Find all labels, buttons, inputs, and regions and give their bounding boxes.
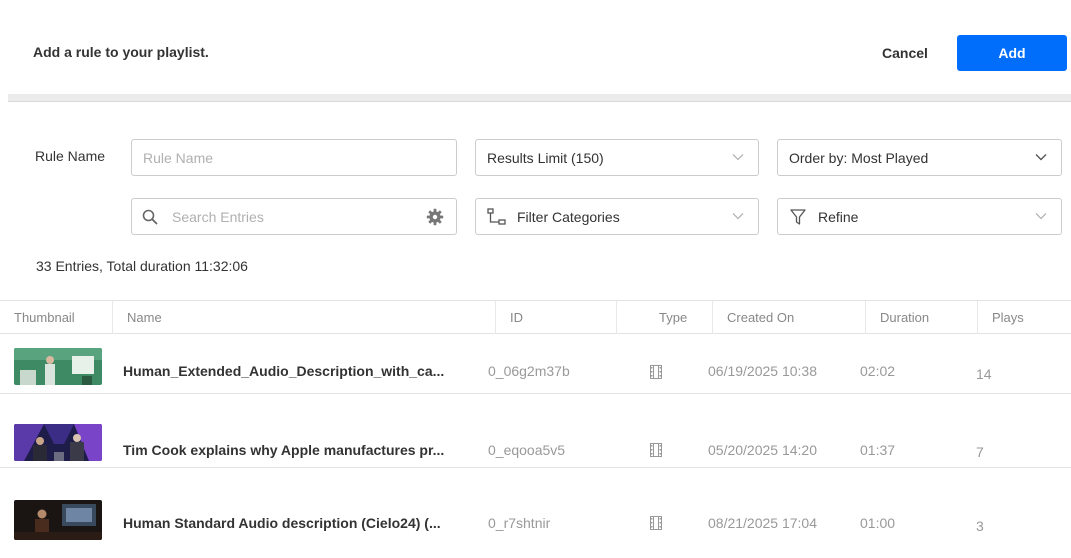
column-created-on[interactable]: Created On bbox=[712, 301, 865, 334]
thumbnail-image bbox=[14, 348, 102, 385]
table-row[interactable]: Human Standard Audio description (Cielo2… bbox=[0, 482, 1071, 558]
header-divider bbox=[8, 94, 1071, 102]
entry-id: 0_eqooa5v5 bbox=[488, 442, 566, 458]
rule-name-label: Rule Name bbox=[35, 148, 106, 164]
search-icon bbox=[142, 209, 158, 225]
thumbnail-image bbox=[14, 424, 102, 461]
chevron-down-icon bbox=[732, 212, 744, 220]
column-id[interactable]: ID bbox=[495, 301, 616, 334]
thumbnail-image bbox=[14, 500, 102, 540]
table-row[interactable]: Human_Extended_Audio_Description_with_ca… bbox=[0, 334, 1071, 394]
video-icon bbox=[650, 365, 662, 379]
refine-select[interactable]: Refine bbox=[777, 198, 1062, 235]
entry-duration: 01:00 bbox=[860, 515, 896, 531]
entry-created-on: 05/20/2025 14:20 bbox=[708, 442, 817, 458]
order-by-value: Order by: Most Played bbox=[789, 149, 929, 166]
entry-id: 0_06g2m37b bbox=[488, 363, 570, 379]
categories-icon bbox=[487, 207, 507, 226]
results-limit-select[interactable]: Results Limit (150) bbox=[475, 139, 759, 176]
entry-name[interactable]: Human Standard Audio description (Cielo2… bbox=[123, 515, 441, 531]
table-header: Thumbnail Name ID Type Created On Durati… bbox=[0, 300, 1071, 334]
column-duration[interactable]: Duration bbox=[865, 301, 977, 334]
gear-icon[interactable] bbox=[426, 208, 444, 226]
column-name[interactable]: Name bbox=[112, 301, 495, 334]
entry-name[interactable]: Human_Extended_Audio_Description_with_ca… bbox=[123, 363, 444, 379]
entry-created-on: 08/21/2025 17:04 bbox=[708, 515, 817, 531]
video-icon bbox=[650, 443, 662, 457]
cancel-button[interactable]: Cancel bbox=[868, 36, 942, 70]
entry-id: 0_r7shtnir bbox=[488, 515, 551, 531]
table-row[interactable]: Tim Cook explains why Apple manufactures… bbox=[0, 408, 1071, 468]
dialog-title: Add a rule to your playlist. bbox=[33, 44, 209, 60]
entry-name[interactable]: Tim Cook explains why Apple manufactures… bbox=[123, 442, 444, 458]
entry-plays: 7 bbox=[976, 444, 984, 460]
search-input[interactable] bbox=[158, 208, 426, 225]
chevron-down-icon bbox=[732, 153, 744, 161]
entry-duration: 01:37 bbox=[860, 442, 896, 458]
search-entries-field[interactable] bbox=[131, 198, 457, 235]
order-by-select[interactable]: Order by: Most Played bbox=[777, 139, 1062, 176]
entry-duration: 02:02 bbox=[860, 363, 896, 379]
column-plays[interactable]: Plays bbox=[977, 301, 1071, 334]
filter-categories-select[interactable]: Filter Categories bbox=[475, 198, 759, 235]
chevron-down-icon bbox=[1035, 153, 1047, 161]
filter-categories-label: Filter Categories bbox=[517, 208, 620, 225]
results-limit-value: Results Limit (150) bbox=[487, 149, 604, 166]
refine-label: Refine bbox=[818, 208, 859, 225]
entries-summary: 33 Entries, Total duration 11:32:06 bbox=[36, 258, 248, 274]
add-button[interactable]: Add bbox=[957, 35, 1067, 71]
entry-plays: 3 bbox=[976, 518, 984, 534]
rule-name-field[interactable] bbox=[131, 139, 457, 176]
entry-plays: 14 bbox=[976, 366, 992, 382]
rule-name-input[interactable] bbox=[132, 149, 456, 166]
video-icon bbox=[650, 516, 662, 530]
entry-created-on: 06/19/2025 10:38 bbox=[708, 363, 817, 379]
chevron-down-icon bbox=[1035, 212, 1047, 220]
column-type[interactable]: Type bbox=[616, 301, 712, 334]
column-thumbnail: Thumbnail bbox=[14, 310, 75, 325]
filter-funnel-icon bbox=[790, 208, 806, 226]
dialog-header: Add a rule to your playlist. Cancel Add bbox=[0, 0, 1071, 96]
